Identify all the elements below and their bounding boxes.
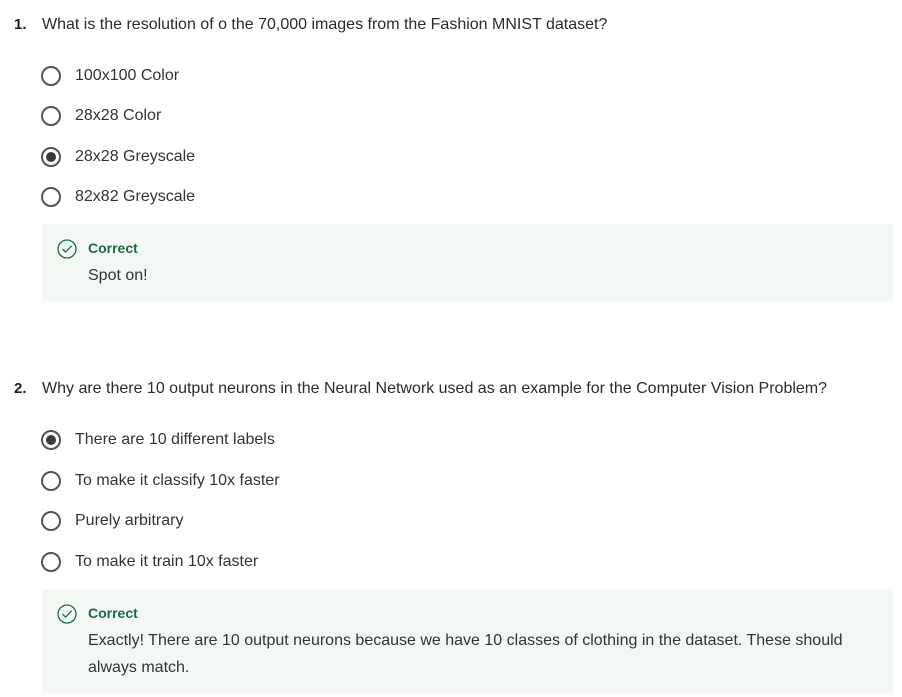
radio-button[interactable] — [41, 66, 61, 86]
answer-option[interactable]: To make it classify 10x faster — [41, 468, 280, 494]
answer-option[interactable]: 82x82 Greyscale — [41, 184, 195, 210]
feedback-message: Spot on! — [88, 267, 148, 284]
option-label: 28x28 Color — [75, 107, 162, 124]
option-label: 100x100 Color — [75, 67, 180, 84]
question-number: 1. — [14, 16, 27, 33]
answer-option[interactable]: There are 10 different labels — [41, 427, 275, 453]
check-circle-icon — [57, 239, 77, 259]
option-label: 28x28 Greyscale — [75, 148, 196, 165]
feedback-box: Correct Spot on! — [42, 224, 893, 301]
option-label: Purely arbitrary — [75, 512, 184, 529]
radio-button[interactable] — [41, 187, 61, 207]
radio-button-selected[interactable] — [41, 430, 61, 450]
radio-button[interactable] — [41, 471, 61, 491]
question-number: 2. — [14, 380, 27, 397]
radio-button-selected[interactable] — [41, 147, 61, 167]
option-label: 82x82 Greyscale — [75, 188, 196, 205]
answer-option[interactable]: To make it train 10x faster — [41, 549, 258, 575]
option-label: To make it train 10x faster — [75, 553, 259, 570]
option-label: To make it classify 10x faster — [75, 472, 280, 489]
radio-button[interactable] — [41, 511, 61, 531]
feedback-message: Exactly! There are 10 output neurons bec… — [88, 632, 843, 676]
answer-option[interactable]: 28x28 Greyscale — [41, 144, 195, 170]
question-header: 2. Why are there 10 output neurons in th… — [14, 378, 827, 400]
answer-option[interactable]: 28x28 Color — [41, 103, 161, 129]
question-header: 1. What is the resolution of o the 70,00… — [14, 14, 607, 36]
question-text: What is the resolution of o the 70,000 i… — [42, 16, 608, 33]
radio-button[interactable] — [41, 552, 61, 572]
question-text: Why are there 10 output neurons in the N… — [42, 380, 828, 397]
radio-button[interactable] — [41, 106, 61, 126]
answer-option[interactable]: Purely arbitrary — [41, 508, 183, 534]
feedback-status: Correct — [88, 240, 138, 256]
check-circle-icon — [57, 604, 77, 624]
answer-option[interactable]: 100x100 Color — [41, 63, 179, 89]
option-label: There are 10 different labels — [75, 431, 275, 448]
feedback-status: Correct — [88, 605, 138, 621]
feedback-box: Correct Exactly! There are 10 output neu… — [42, 589, 893, 693]
